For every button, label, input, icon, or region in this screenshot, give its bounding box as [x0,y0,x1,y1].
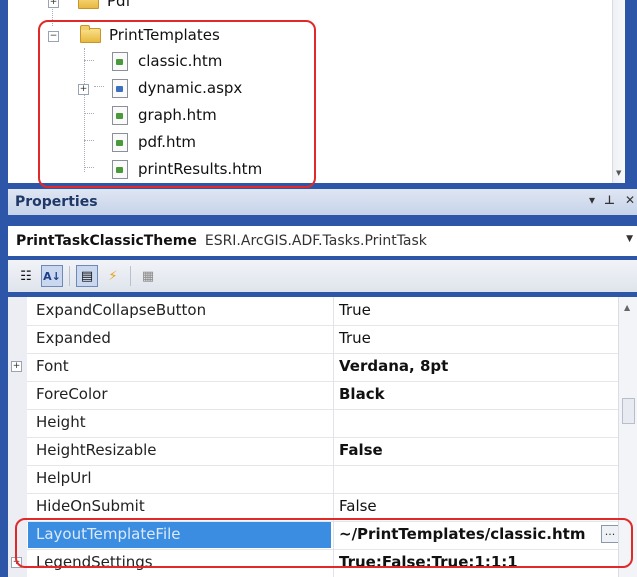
property-name: Font [36,357,69,375]
property-value[interactable]: ~/PrintTemplates/classic.htm [339,525,585,543]
pin-icon[interactable]: ⊥ [604,193,615,207]
property-pages-icon[interactable]: ▦ [137,265,159,287]
properties-title-bar: Properties ▾ ⊥ ✕ [8,189,637,215]
property-row[interactable]: HelpUrl [27,465,619,494]
close-icon[interactable]: ✕ [625,193,635,207]
object-type: ESRI.ArcGIS.ADF.Tasks.PrintTask [204,233,427,249]
toolbar-separator [130,266,131,286]
toolbar-separator [69,266,70,286]
property-row[interactable]: HeightResizable False [27,437,619,466]
aspx-file-icon [112,78,128,98]
solution-explorer-tree: + Pdf − PrintTemplates classic.htm + dyn… [8,0,625,183]
tree-item-label: PrintTemplates [109,26,220,44]
grid-margin [8,297,27,577]
property-row[interactable]: Height [27,409,619,438]
ide-window: + Pdf − PrintTemplates classic.htm + dyn… [0,0,637,577]
tree-item-label: pdf.htm [138,133,197,151]
property-grid: ExpandCollapseButton True Expanded True … [8,297,637,577]
property-value[interactable]: True [339,301,371,319]
tree-scrollbar[interactable]: ▼ [612,0,625,183]
property-name: Height [36,413,86,431]
folder-icon [78,0,99,9]
property-row[interactable]: + Font Verdana, 8pt [11,353,619,382]
expand-icon[interactable]: + [78,84,89,95]
property-name: HelpUrl [36,469,92,487]
property-name: LegendSettings [36,553,153,571]
tree-item-printresults-htm[interactable]: printResults.htm [112,157,262,181]
expand-icon[interactable]: + [11,361,22,372]
property-value[interactable]: False [339,497,377,515]
properties-toolbar: ☷ A↓ ▤ ⚡ ▦ [8,260,637,292]
tree-item-graph-htm[interactable]: graph.htm [112,103,217,127]
htm-file-icon [112,132,128,152]
folder-open-icon [80,24,101,43]
alphabetical-icon[interactable]: A↓ [41,265,63,287]
property-row[interactable]: HideOnSubmit False [27,493,619,522]
events-icon[interactable]: ⚡ [102,265,124,287]
htm-file-icon [112,159,128,179]
browse-button[interactable]: ... [601,525,619,543]
property-value[interactable]: True:False:True:1:1:1 [339,553,518,571]
property-name: HideOnSubmit [36,497,145,515]
expand-icon[interactable]: + [48,0,59,8]
property-grid-scrollbar[interactable]: ▲ [618,297,637,577]
dropdown-icon[interactable]: ▾ [589,193,595,207]
htm-file-icon [112,51,128,71]
property-row[interactable]: ForeColor Black [27,381,619,410]
tree-item-label: Pdf [107,0,131,10]
scroll-up-icon[interactable]: ▲ [624,303,630,312]
property-value[interactable]: False [339,441,383,459]
property-name: ForeColor [36,385,108,403]
tree-item-label: printResults.htm [138,160,263,178]
chevron-down-icon[interactable]: ▼ [626,234,633,244]
collapse-icon[interactable]: − [48,31,59,42]
property-value[interactable]: True [339,329,371,347]
htm-file-icon [112,105,128,125]
tree-item-pdf-folder[interactable]: + Pdf [48,0,131,13]
property-row[interactable]: + LegendSettings True:False:True:1:1:1 [11,549,619,577]
scroll-thumb[interactable] [622,398,635,424]
tree-item-dynamic-aspx[interactable]: + dynamic.aspx [78,76,242,100]
categorized-icon[interactable]: ☷ [15,265,37,287]
tree-item-label: graph.htm [138,106,217,124]
properties-icon[interactable]: ▤ [76,265,98,287]
object-selector[interactable]: PrintTaskClassicTheme ESRI.ArcGIS.ADF.Ta… [8,226,637,256]
scroll-down-icon[interactable]: ▼ [616,169,621,177]
tree-item-label: dynamic.aspx [138,79,243,97]
expand-icon[interactable]: + [11,557,22,568]
property-row[interactable]: Expanded True [27,325,619,354]
property-name: ExpandCollapseButton [36,301,207,319]
tree-item-pdf-htm[interactable]: pdf.htm [112,130,196,154]
property-value[interactable]: Black [339,385,385,403]
tree-item-printtemplates-folder[interactable]: − PrintTemplates [48,23,220,47]
tree-item-label: classic.htm [138,52,223,70]
tree-item-classic-htm[interactable]: classic.htm [112,49,222,73]
object-name: PrintTaskClassicTheme [16,233,197,249]
property-value[interactable]: Verdana, 8pt [339,357,448,375]
property-row[interactable]: ExpandCollapseButton True [27,297,619,326]
property-name: Expanded [36,329,111,347]
properties-title: Properties [15,194,98,210]
property-name: LayoutTemplateFile [36,525,181,543]
property-name: HeightResizable [36,441,157,459]
property-row-selected[interactable]: LayoutTemplateFile ~/PrintTemplates/clas… [27,521,619,550]
